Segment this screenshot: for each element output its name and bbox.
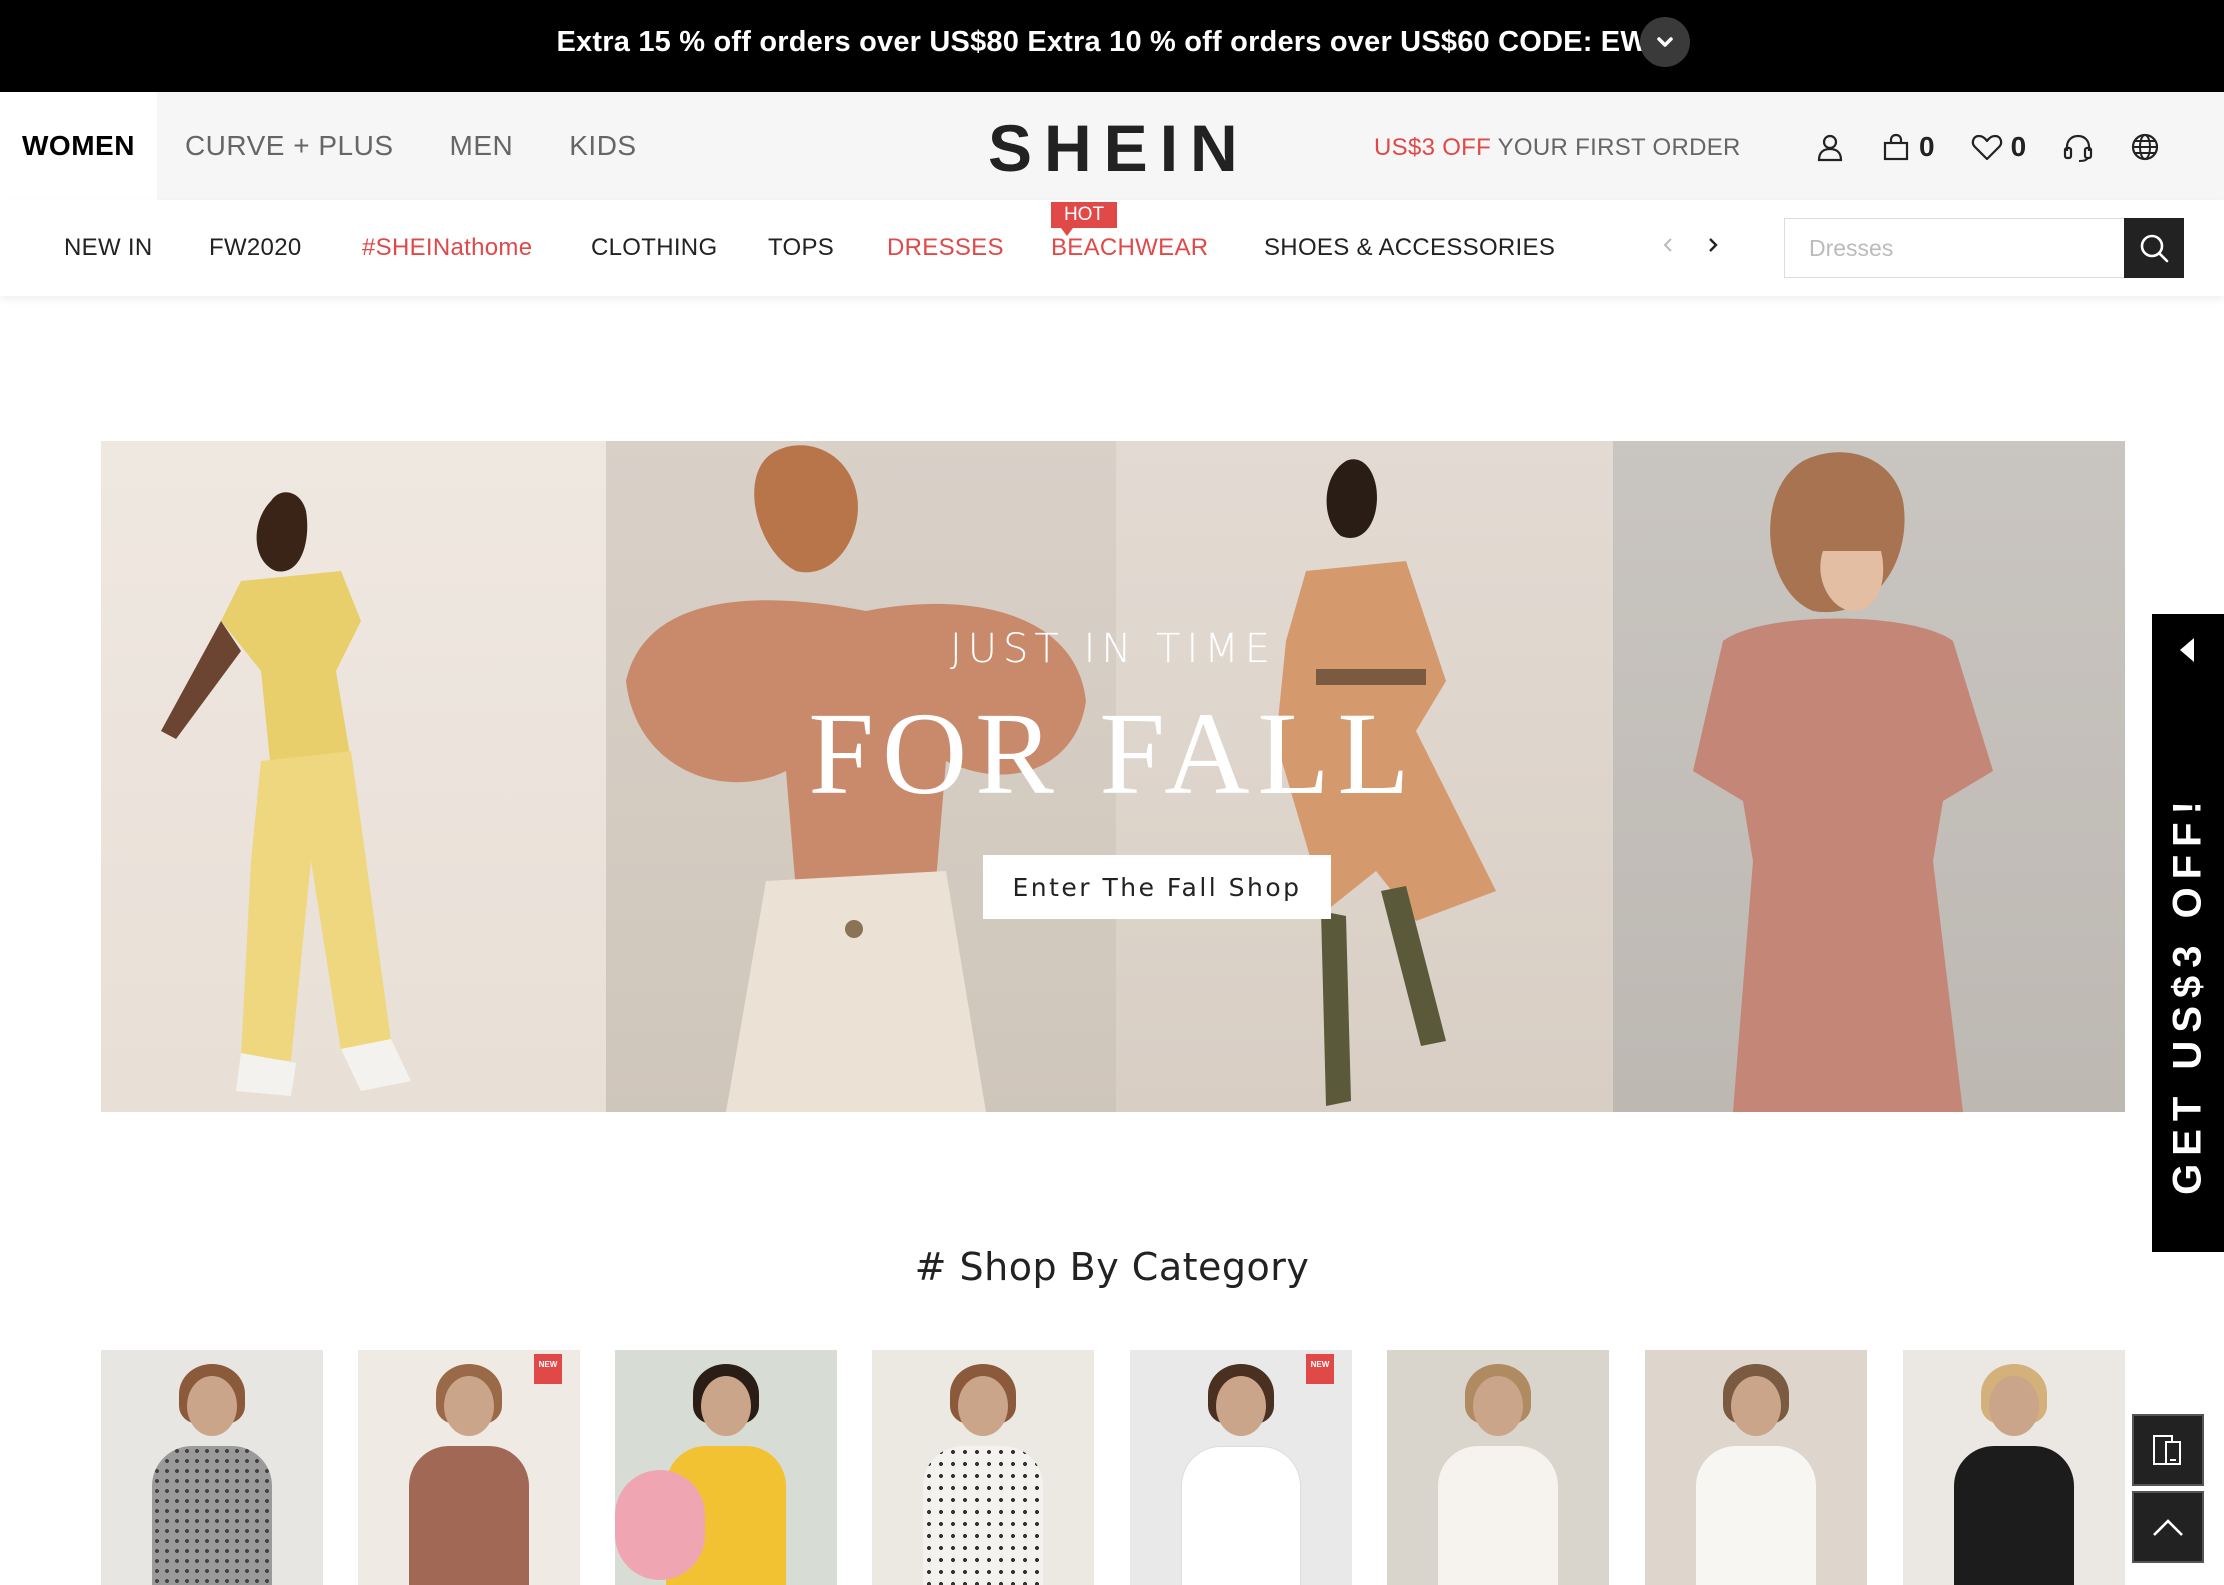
category-card-blouse[interactable]: [872, 1350, 1094, 1585]
header-icons: 0 0: [1815, 122, 2196, 172]
account-button[interactable]: [1815, 132, 1845, 162]
app-download-button[interactable]: [2132, 1414, 2204, 1486]
language-button[interactable]: [2130, 132, 2160, 162]
support-button[interactable]: [2062, 131, 2094, 163]
category-card-slip-dress[interactable]: NEW: [358, 1350, 580, 1585]
nav-item-beachwear[interactable]: BEACHWEAR: [1051, 234, 1208, 262]
category-card-floral-dress[interactable]: [101, 1350, 323, 1585]
category-card-plus-size[interactable]: [1903, 1350, 2125, 1585]
first-order-offer[interactable]: US$3 OFF YOUR FIRST ORDER: [1374, 134, 1741, 162]
promo-bar: Extra 15 % off orders over US$80 Extra 1…: [0, 0, 2224, 92]
side-promo-text: GET US$3 OFF!: [2165, 793, 2210, 1195]
chevron-up-icon: [2153, 1519, 2183, 1536]
category-card-tops[interactable]: NEW: [1130, 1350, 1352, 1585]
globe-icon: [2132, 133, 2159, 161]
search-button[interactable]: [2124, 218, 2184, 278]
chevron-left-icon: [1663, 238, 1672, 252]
bag-button[interactable]: 0: [1881, 131, 1935, 163]
caret-left-icon: [2180, 638, 2194, 662]
nav-item-shoes-accessories[interactable]: SHOES & ACCESSORIES: [1264, 234, 1555, 262]
wishlist-count: 0: [2010, 131, 2027, 162]
wishlist-button[interactable]: 0: [1971, 131, 2027, 163]
shop-by-category-title: # Shop By Category: [914, 1245, 1310, 1289]
back-to-top-button[interactable]: [2132, 1491, 2204, 1563]
promo-text: Extra 15 % off orders over US$80 Extra 1…: [556, 26, 1668, 58]
nav-item-clothing[interactable]: CLOTHING: [591, 234, 717, 262]
hero-title: FOR FALL: [808, 688, 1418, 819]
search-input[interactable]: [1785, 219, 2126, 277]
channel-tabs: WOMEN CURVE + PLUS MEN KIDS: [0, 92, 665, 200]
chevron-right-icon: [1709, 238, 1718, 252]
category-card-swimwear[interactable]: [615, 1350, 837, 1585]
nav-item-dresses[interactable]: DRESSES: [887, 234, 1004, 262]
mobile-devices-icon: [2153, 1435, 2181, 1465]
category-card-sweatshirts[interactable]: [1387, 1350, 1609, 1585]
first-order-text: YOUR FIRST ORDER: [1491, 134, 1741, 161]
channel-tab-women[interactable]: WOMEN: [0, 92, 157, 200]
headset-icon: [2064, 134, 2093, 162]
search-icon: [2140, 234, 2169, 263]
hero-subtitle: JUST IN TIME: [949, 626, 1277, 672]
channel-tab-men[interactable]: MEN: [422, 92, 542, 200]
category-card-skirts[interactable]: [1645, 1350, 1867, 1585]
search-box: [1784, 218, 2126, 278]
new-badge: NEW: [1306, 1354, 1334, 1384]
promo-toggle-button[interactable]: [1640, 17, 1690, 67]
chevron-down-icon: [1657, 37, 1673, 47]
new-badge: NEW: [534, 1354, 562, 1384]
nav-prev-button[interactable]: [1656, 230, 1680, 260]
hot-badge: HOT: [1051, 202, 1117, 236]
side-promo-tab[interactable]: GET US$3 OFF!: [2152, 614, 2224, 1252]
channel-tab-curve-plus[interactable]: CURVE + PLUS: [157, 92, 422, 200]
bag-icon: [1883, 133, 1909, 161]
bag-count: 0: [1919, 131, 1935, 162]
channel-tab-kids[interactable]: KIDS: [541, 92, 664, 200]
shein-logo[interactable]: SHEIN: [988, 110, 1238, 186]
first-order-discount: US$3 OFF: [1374, 134, 1492, 161]
nav-item-fw2020[interactable]: FW2020: [209, 234, 302, 262]
enter-fall-shop-button[interactable]: Enter The Fall Shop: [983, 855, 1331, 919]
nav-next-button[interactable]: [1701, 230, 1725, 260]
nav-item-tops[interactable]: TOPS: [768, 234, 834, 262]
nav-item-sheinathome[interactable]: #SHEINathome: [362, 234, 532, 262]
user-icon: [1817, 134, 1843, 162]
hero-banner[interactable]: JUST IN TIME FOR FALL Enter The Fall Sho…: [101, 441, 2125, 1112]
top-header: WOMEN CURVE + PLUS MEN KIDS SHEIN US$3 O…: [0, 92, 2224, 200]
nav-item-new-in[interactable]: NEW IN: [64, 234, 152, 262]
heart-icon: [1971, 134, 2002, 161]
